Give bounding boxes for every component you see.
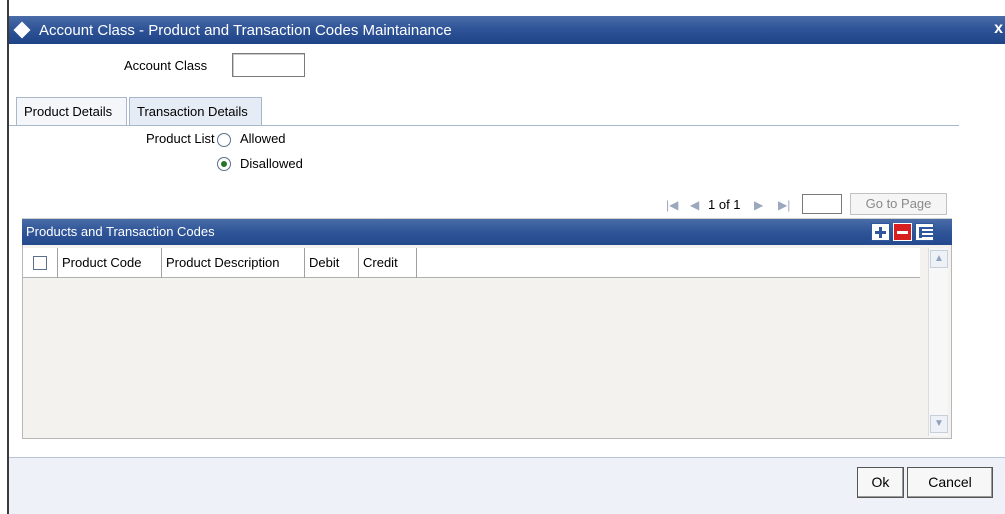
last-page-icon[interactable]: ▶| xyxy=(778,198,790,212)
maintenance-window: Account Class - Product and Transaction … xyxy=(0,0,1005,514)
tab-transaction-details[interactable]: Transaction Details xyxy=(129,97,262,125)
delete-row-icon[interactable] xyxy=(893,223,912,241)
previous-page-icon[interactable]: ◀ xyxy=(690,198,699,212)
account-class-label: Account Class xyxy=(124,58,208,73)
grid-pager: |◀ ◀ 1 of 1 ▶ ▶| Go to Page xyxy=(22,189,952,219)
grid-vertical-scrollbar[interactable]: ▲ ▼ xyxy=(928,248,948,436)
allowed-radio-label[interactable]: Allowed xyxy=(240,131,286,146)
allowed-radio[interactable] xyxy=(217,133,231,147)
scroll-up-icon[interactable]: ▲ xyxy=(930,250,948,268)
close-icon[interactable]: x xyxy=(994,20,1003,38)
go-to-page-button[interactable]: Go to Page xyxy=(850,193,947,215)
col-debit[interactable]: Debit xyxy=(305,248,359,278)
page-indicator: 1 of 1 xyxy=(708,197,741,212)
col-product-description[interactable]: Product Description xyxy=(162,248,305,278)
account-class-input[interactable] xyxy=(232,53,305,77)
page-number-input[interactable] xyxy=(802,194,842,214)
tab-product-details[interactable]: Product Details xyxy=(16,97,127,125)
col-product-code[interactable]: Product Code xyxy=(58,248,162,278)
ok-button[interactable]: Ok xyxy=(857,467,904,498)
scroll-down-icon[interactable]: ▼ xyxy=(930,415,948,433)
window-title: Account Class - Product and Transaction … xyxy=(39,22,452,39)
window-diamond-icon xyxy=(13,21,31,39)
add-row-icon[interactable] xyxy=(871,223,890,241)
grid-column-headers: Product Code Product Description Debit C… xyxy=(23,248,920,278)
select-all-cell xyxy=(23,248,58,278)
cancel-button[interactable]: Cancel xyxy=(907,467,993,498)
tab-label: Product Details xyxy=(24,104,113,119)
first-page-icon[interactable]: |◀ xyxy=(666,198,678,212)
disallowed-radio[interactable] xyxy=(217,157,231,171)
tab-label: Transaction Details xyxy=(137,104,248,119)
window-border xyxy=(7,0,9,514)
next-page-icon[interactable]: ▶ xyxy=(754,198,763,212)
product-list-label: Product List xyxy=(146,131,215,146)
select-all-checkbox[interactable] xyxy=(33,256,47,270)
tab-strip: Product Details Transaction Details xyxy=(9,97,959,125)
grid-header: Products and Transaction Codes xyxy=(22,219,952,245)
grid-title: Products and Transaction Codes xyxy=(26,224,215,239)
tab-divider xyxy=(9,125,959,126)
disallowed-radio-label[interactable]: Disallowed xyxy=(240,156,303,171)
col-credit[interactable]: Credit xyxy=(359,248,417,278)
footer-bar xyxy=(9,458,1005,514)
single-view-icon[interactable] xyxy=(915,223,934,241)
title-bar[interactable]: Account Class - Product and Transaction … xyxy=(9,16,1005,44)
